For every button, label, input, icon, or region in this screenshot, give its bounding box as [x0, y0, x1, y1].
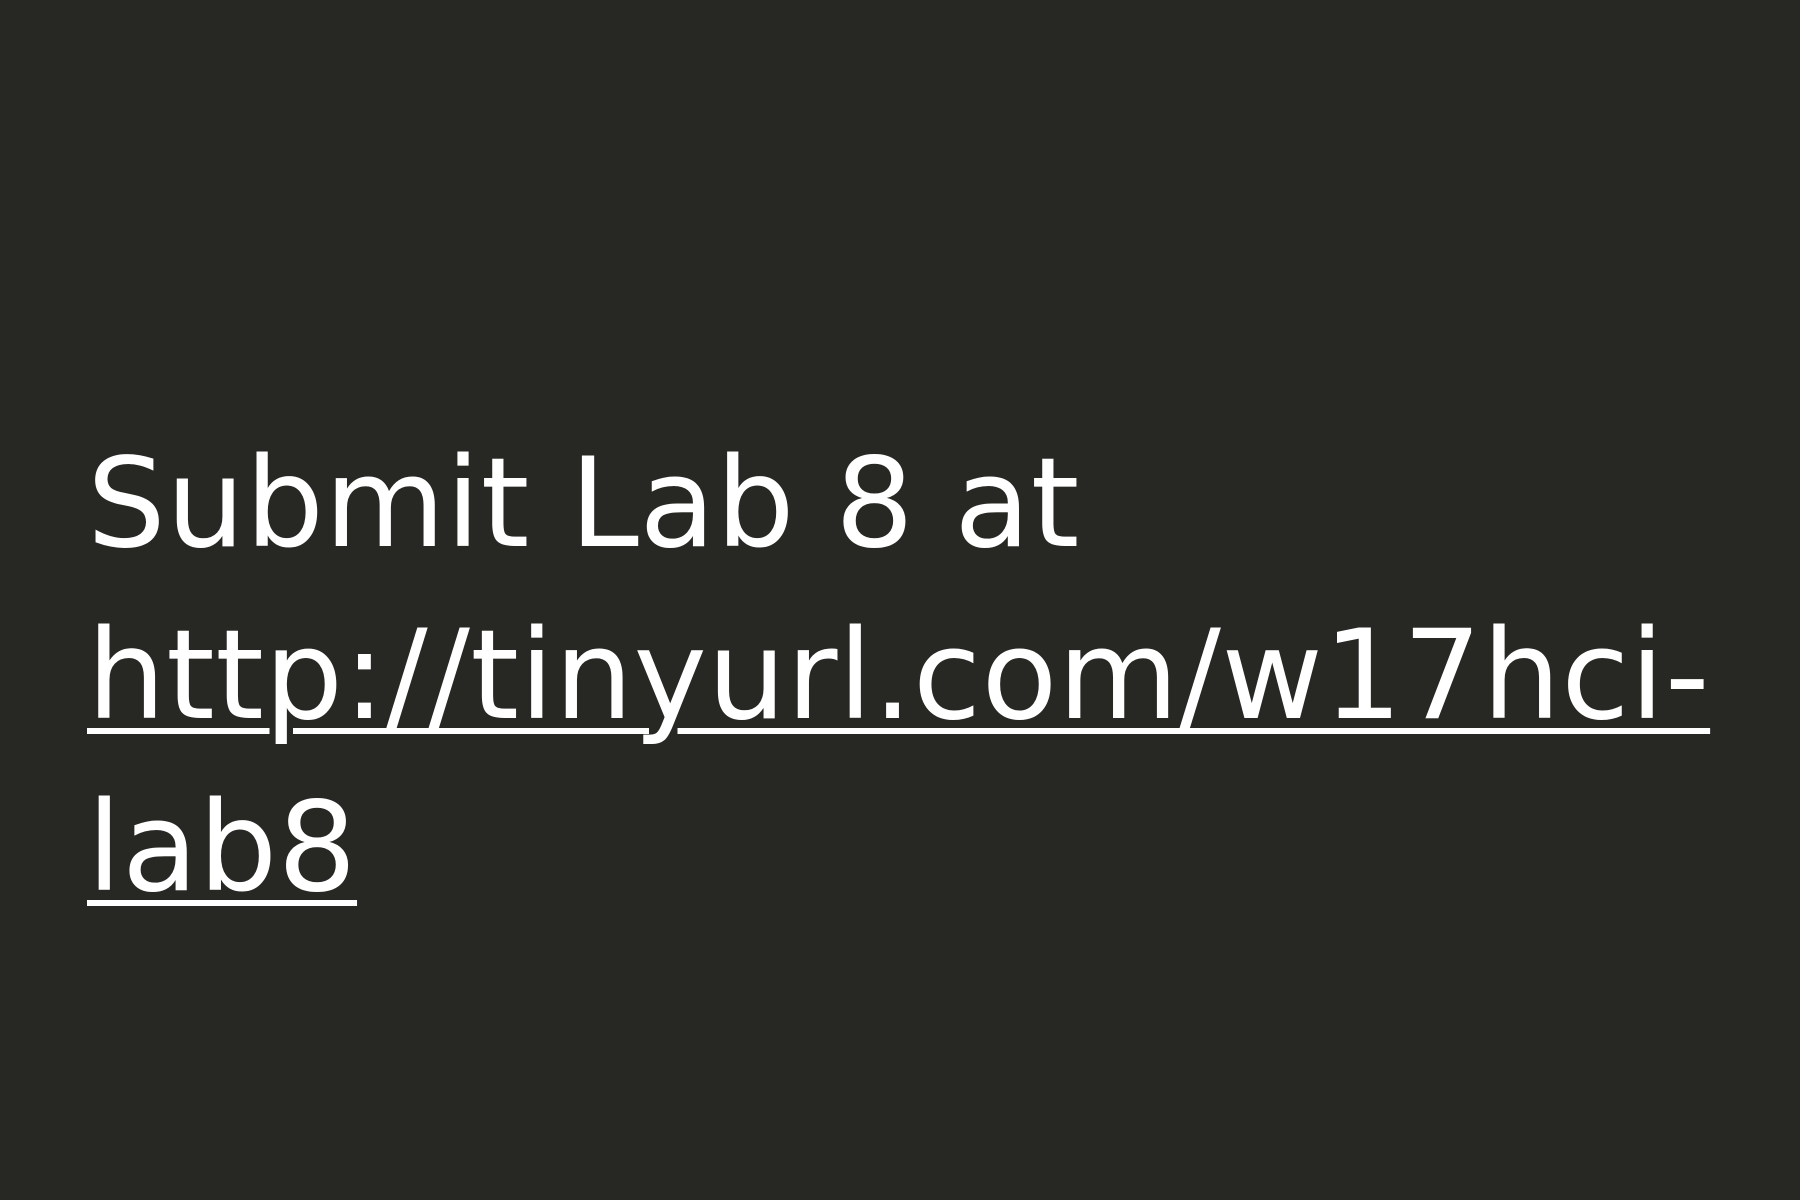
presentation-slide: Submit Lab 8 at http://tinyurl.com/w17hc…: [0, 0, 1800, 1200]
link-text-part-1[interactable]: http://tinyurl.com/w17hci-: [87, 604, 1710, 748]
lab-submission-link[interactable]: http://tinyurl.com/w17hci-: [87, 590, 1710, 762]
link-text-part-2[interactable]: lab8: [87, 776, 357, 920]
slide-body: Submit Lab 8 at http://tinyurl.com/w17hc…: [87, 418, 1710, 934]
submit-instruction-text: Submit Lab 8 at: [87, 432, 1080, 576]
lab-submission-link-continued[interactable]: lab8: [87, 762, 1707, 934]
